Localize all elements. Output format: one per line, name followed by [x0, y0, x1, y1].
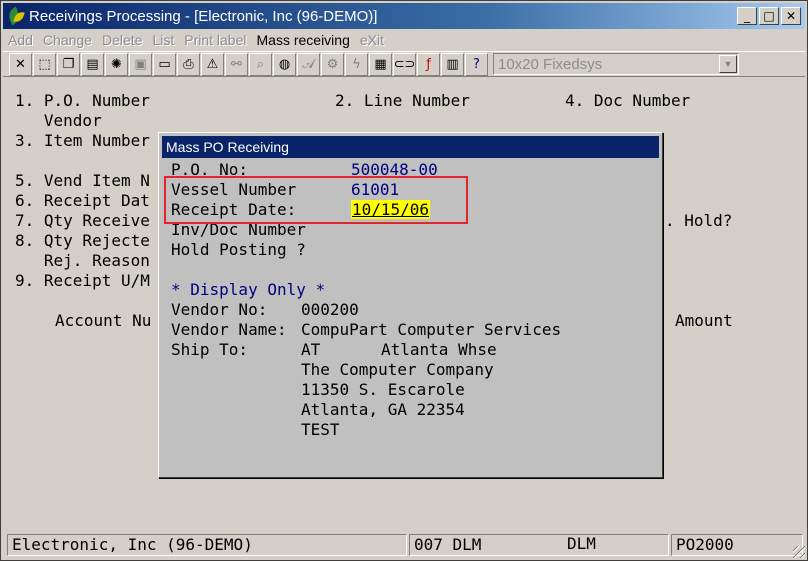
- menu-mass-receiving[interactable]: Mass receiving: [252, 32, 355, 48]
- title-bar[interactable]: Receivings Processing - [Electronic, Inc…: [3, 3, 805, 29]
- lightning-icon[interactable]: ϟ: [345, 52, 368, 76]
- hold-posting-label: Hold Posting ?: [171, 240, 306, 259]
- vendor-name-label: Vendor Name:: [171, 320, 287, 339]
- status-bar: Electronic, Inc (96-DEMO) 007 DLM DLM PO…: [3, 532, 805, 558]
- warning-icon[interactable]: ⚠: [201, 52, 224, 76]
- vendor-no-label: Vendor No:: [171, 300, 268, 319]
- maximize-button[interactable]: □: [759, 7, 779, 25]
- ship-to-line-3: Atlanta, GA 22354: [301, 400, 465, 419]
- paste-icon[interactable]: ▤: [81, 52, 104, 76]
- vendor-name-value: CompuPart Computer Services: [301, 320, 562, 339]
- search-icon[interactable]: ⌕: [249, 52, 272, 76]
- help-icon[interactable]: ?: [465, 52, 488, 76]
- menu-delete[interactable]: Delete: [97, 32, 147, 48]
- resize-grip-icon[interactable]: [793, 546, 805, 558]
- annotation-highlight-box: [164, 176, 468, 224]
- ship-to-line-1: The Computer Company: [301, 360, 494, 379]
- copy-icon[interactable]: ❐: [57, 52, 80, 76]
- ship-to-code: AT: [301, 340, 321, 359]
- field-qty-rejected-label: 8. Qty Rejecte: [15, 231, 150, 250]
- font-selector[interactable]: 10x20 Fixedsys ▼: [493, 53, 739, 75]
- properties-icon[interactable]: ▣: [129, 52, 152, 76]
- field-vendor-label: Vendor: [15, 111, 102, 130]
- field-hold-label: . Hold?: [665, 211, 733, 230]
- minimize-button[interactable]: _: [737, 7, 757, 25]
- field-vend-item-label: 5. Vend Item N: [15, 171, 150, 190]
- settings-icon[interactable]: ✺: [105, 52, 128, 76]
- menu-list[interactable]: List: [147, 32, 179, 48]
- globe-icon[interactable]: ◍: [273, 52, 296, 76]
- chevron-down-icon[interactable]: ▼: [719, 55, 737, 73]
- binoculars-icon[interactable]: ⚯: [225, 52, 248, 76]
- cut-x-icon[interactable]: ✕: [9, 52, 32, 76]
- select-icon[interactable]: ⬚: [33, 52, 56, 76]
- function-icon[interactable]: ƒ: [417, 52, 440, 76]
- field-doc-number-label: 4. Doc Number: [565, 91, 691, 110]
- ship-to-line-2: 11350 S. Escarole: [301, 380, 465, 399]
- field-item-number-label: 3. Item Number: [15, 131, 150, 150]
- window-title: Receivings Processing - [Electronic, Inc…: [29, 7, 378, 25]
- account-number-header: Account Nu: [55, 311, 152, 330]
- amount-header: Amount: [675, 311, 733, 330]
- link-icon[interactable]: ⊂⊃: [393, 52, 416, 76]
- menu-change[interactable]: Change: [38, 32, 97, 48]
- status-program: PO2000: [671, 534, 803, 556]
- field-receipt-um-label: 9. Receipt U/M: [15, 271, 150, 290]
- field-po-number-label: 1. P.O. Number: [15, 91, 150, 110]
- status-user: DLM: [567, 534, 596, 553]
- menu-add[interactable]: Add: [3, 32, 38, 48]
- gear-icon[interactable]: ⚙: [321, 52, 344, 76]
- field-line-number-label: 2. Line Number: [335, 91, 470, 110]
- menu-bar: Add Change Delete List Print label Mass …: [3, 30, 805, 50]
- toolbar: ✕ ⬚ ❐ ▤ ✺ ▣ ▭ ⎙ ⚠ ⚯ ⌕ ◍ 𝒜 ⚙ ϟ ▦ ⊂⊃ ƒ ▥ ?…: [3, 51, 805, 77]
- ship-to-line-4: TEST: [301, 420, 340, 439]
- menu-print-label[interactable]: Print label: [179, 32, 251, 48]
- print-icon[interactable]: ⎙: [177, 52, 200, 76]
- close-button[interactable]: ✕: [781, 7, 801, 25]
- field-receipt-date-label: 6. Receipt Dat: [15, 191, 150, 210]
- vendor-no-value: 000200: [301, 300, 359, 319]
- ship-to-label: Ship To:: [171, 340, 249, 359]
- report-icon[interactable]: ▦: [369, 52, 392, 76]
- status-company: Electronic, Inc (96-DEMO): [7, 534, 407, 556]
- field-rej-reason-label: Rej. Reason: [15, 251, 150, 270]
- display-only-heading: * Display Only *: [171, 280, 326, 299]
- script-icon[interactable]: 𝒜: [297, 52, 320, 76]
- app-leaf-icon[interactable]: [6, 6, 25, 26]
- menu-exit[interactable]: eXit: [355, 32, 389, 48]
- field-qty-received-label: 7. Qty Receive: [15, 211, 150, 230]
- font-selector-value: 10x20 Fixedsys: [498, 56, 603, 73]
- calculator-icon[interactable]: ▥: [441, 52, 464, 76]
- ship-to-name: Atlanta Whse: [381, 340, 497, 359]
- document-icon[interactable]: ▭: [153, 52, 176, 76]
